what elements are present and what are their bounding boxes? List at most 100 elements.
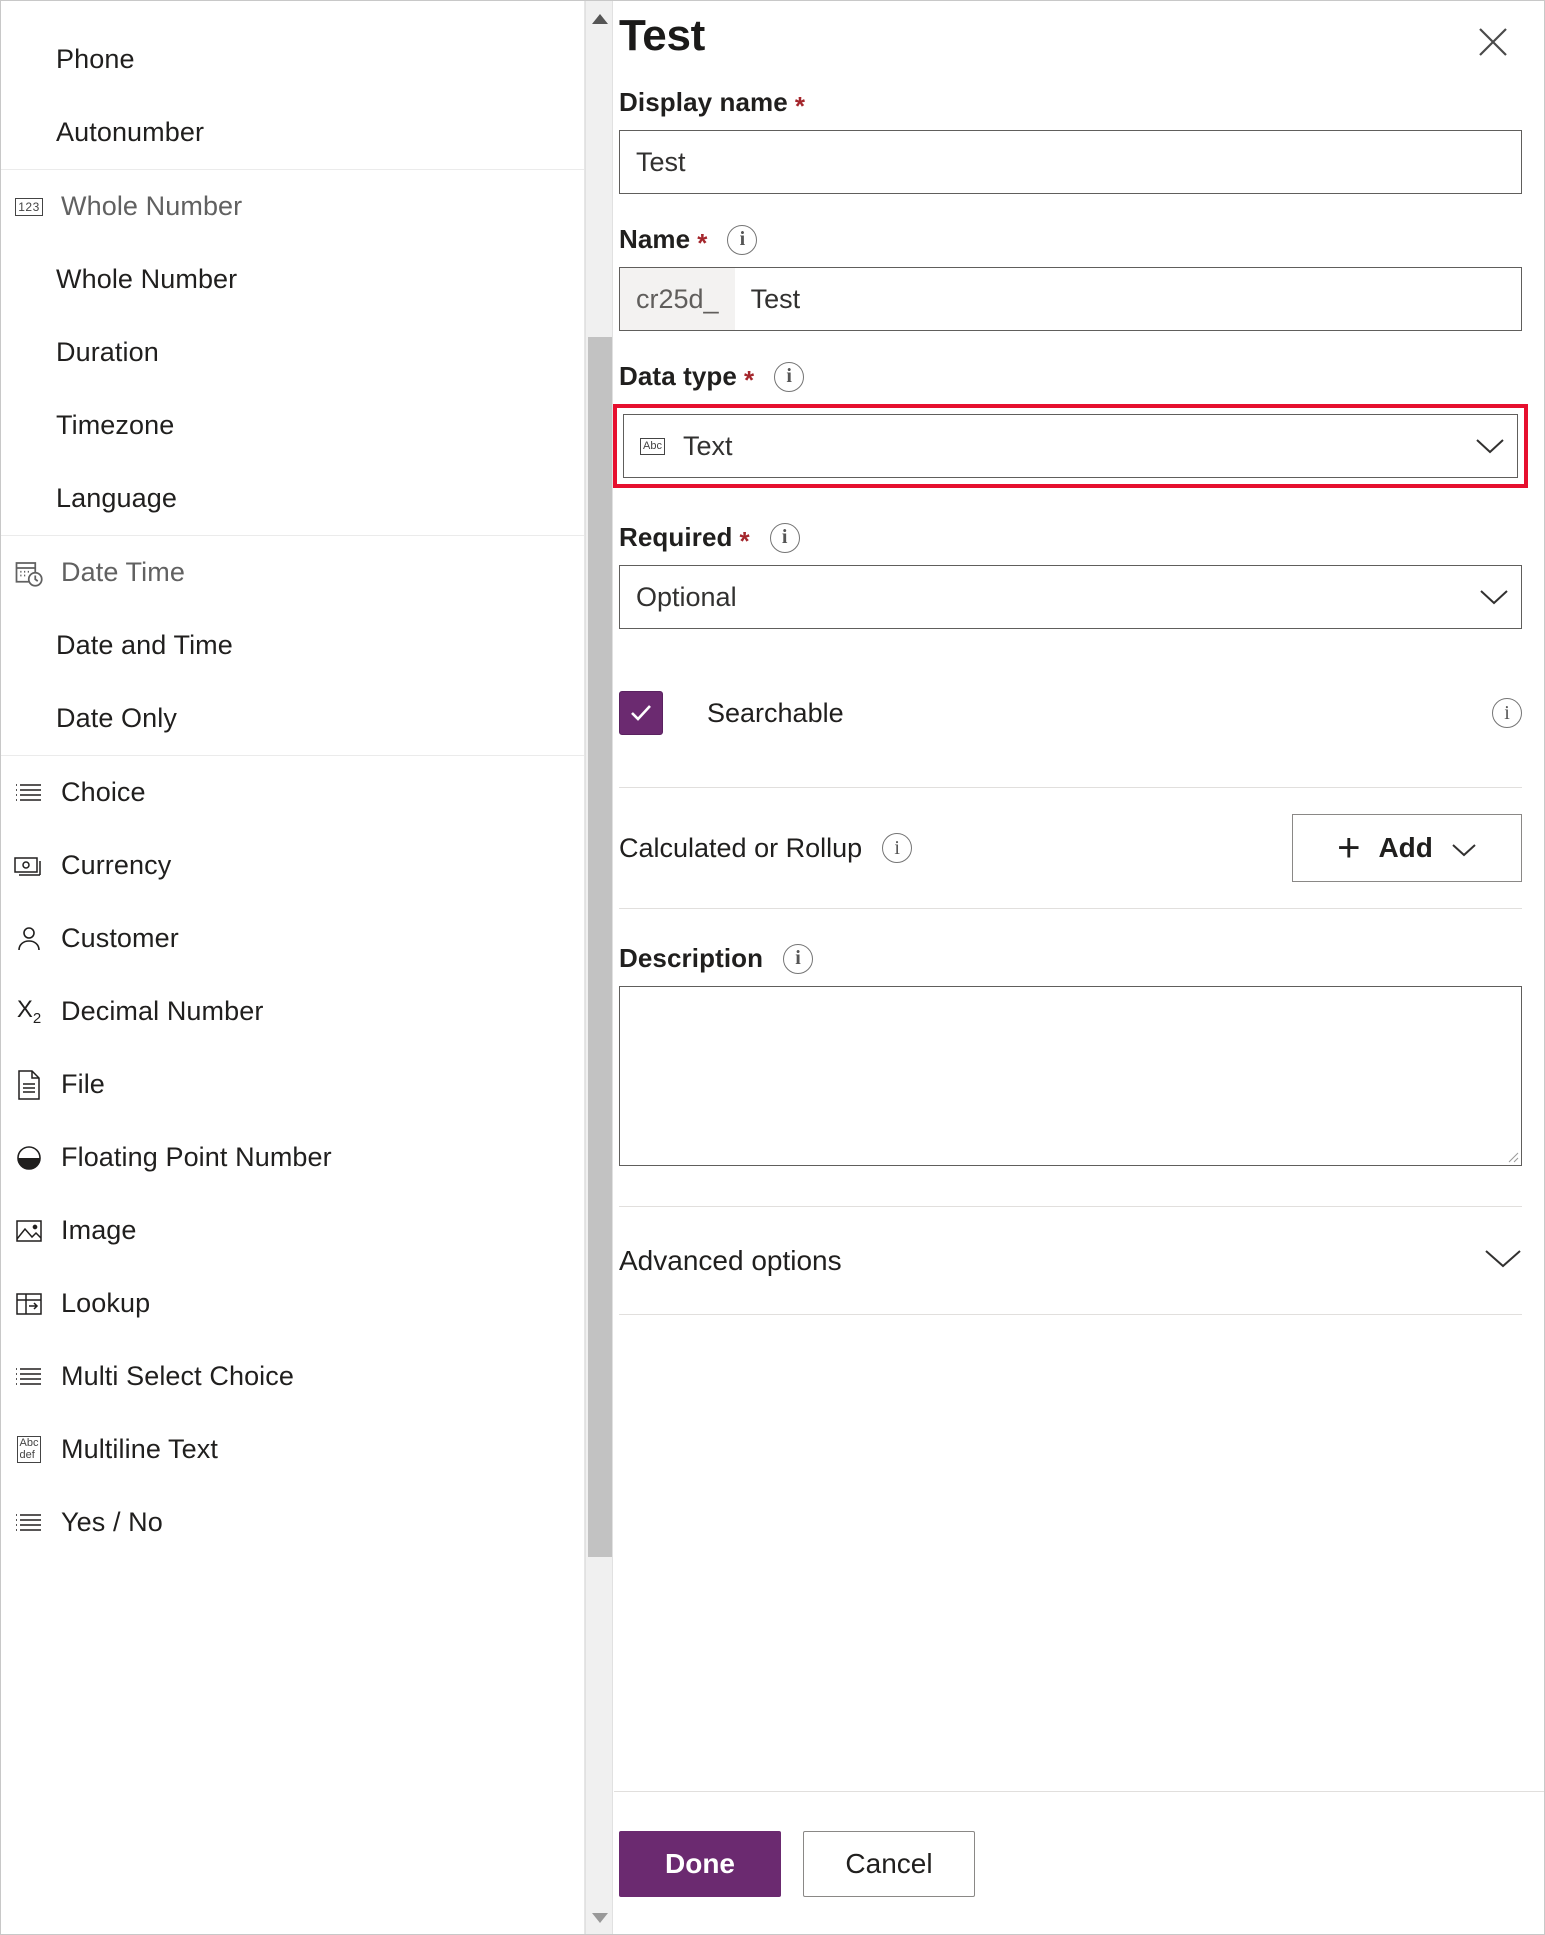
decimal-number-icon: X2 — [16, 996, 42, 1027]
searchable-row: Searchable i — [619, 681, 1522, 745]
data-type-value: Text — [682, 430, 733, 461]
info-icon[interactable]: i — [783, 943, 814, 974]
close-icon[interactable] — [1470, 19, 1516, 65]
display-name-label-text: Display name — [619, 87, 788, 117]
name-prefix: cr25d_ — [620, 268, 735, 330]
data-type-item-label: Language — [56, 483, 177, 513]
info-icon[interactable]: i — [1492, 698, 1522, 728]
column-properties-screen: Ticker Symbol Phone Autonumber 123 Whole… — [0, 0, 1545, 1935]
chevron-down-icon — [1451, 832, 1477, 864]
data-type-item-label: Choice — [61, 777, 146, 807]
page-title: Test — [619, 11, 706, 60]
data-type-item-label: Timezone — [56, 410, 175, 440]
display-name-field: Display name * Test — [619, 87, 1522, 194]
scroll-up-arrow[interactable] — [586, 5, 614, 33]
advanced-options-label: Advanced options — [619, 1244, 842, 1276]
display-name-input[interactable]: Test — [619, 130, 1522, 194]
info-icon[interactable]: i — [769, 522, 800, 553]
data-type-item-choice[interactable]: Choice — [1, 756, 584, 829]
data-type-item-label: Multi Select Choice — [61, 1361, 294, 1391]
name-input[interactable]: Test — [735, 268, 1521, 330]
description-label-text: Description — [619, 943, 764, 973]
data-type-item-timezone[interactable]: Timezone — [1, 389, 584, 462]
multi-select-choice-icon — [9, 1365, 49, 1389]
data-type-item-multiline-text[interactable]: Abc def Multiline Text — [1, 1413, 584, 1486]
data-type-dropdown[interactable]: Abc Text — [623, 414, 1518, 478]
scroll-down-arrow[interactable] — [586, 1904, 614, 1932]
data-type-item-date-and-time[interactable]: Date and Time — [1, 609, 584, 682]
data-type-item-label: Currency — [61, 850, 172, 880]
data-type-item-yes-no[interactable]: Yes / No — [1, 1486, 584, 1559]
required-label: Required * i — [619, 522, 1522, 554]
data-type-item-decimal-number[interactable]: X2 Decimal Number — [1, 975, 584, 1048]
file-icon — [9, 1069, 49, 1100]
data-type-group-header-whole-number[interactable]: 123 Whole Number — [1, 170, 584, 243]
data-type-item-lookup[interactable]: Lookup — [1, 1267, 584, 1340]
data-type-singles: Choice Currency Customer X2 Decimal Numb… — [1, 756, 584, 1559]
chevron-down-icon — [1479, 588, 1509, 606]
required-label-text: Required — [619, 522, 733, 552]
description-textarea[interactable] — [619, 986, 1522, 1166]
data-type-item-label: Autonumber — [56, 117, 205, 147]
cancel-button[interactable]: Cancel — [803, 1831, 975, 1897]
currency-icon — [9, 854, 49, 878]
panel-footer: Done Cancel — [614, 1791, 1544, 1934]
data-type-item-customer[interactable]: Customer — [1, 902, 584, 975]
date-time-icon — [9, 558, 49, 588]
calculated-or-rollup-label-text: Calculated or Rollup — [619, 832, 863, 863]
info-icon[interactable]: i — [727, 224, 758, 255]
data-type-field: Data type * i Abc Text — [613, 361, 1528, 488]
data-type-item-currency[interactable]: Currency — [1, 829, 584, 902]
plus-icon: + — [1337, 826, 1361, 870]
image-icon — [9, 1218, 49, 1244]
data-type-item-label: Multiline Text — [61, 1434, 218, 1464]
data-type-item-label: Image — [61, 1215, 137, 1245]
resize-grip-icon[interactable] — [1505, 1149, 1519, 1163]
required-asterisk: * — [743, 364, 755, 395]
advanced-options-row[interactable]: Advanced options — [619, 1207, 1522, 1315]
divider — [619, 908, 1522, 909]
panel-body: Test Display name * Test Name * i cr25d_… — [613, 1, 1544, 1791]
data-type-item-multi-select-choice[interactable]: Multi Select Choice — [1, 1340, 584, 1413]
name-label: Name * i — [619, 224, 1522, 258]
multiline-text-icon: Abc def — [9, 1435, 49, 1464]
scrollbar-thumb[interactable] — [588, 337, 612, 1557]
data-type-list-pane: Ticker Symbol Phone Autonumber 123 Whole… — [1, 1, 585, 1934]
required-dropdown[interactable]: Optional — [619, 565, 1522, 629]
choice-list-icon — [9, 781, 49, 805]
data-type-group-header-date-time[interactable]: Date Time — [1, 536, 584, 609]
info-icon[interactable]: i — [774, 361, 805, 392]
data-type-item-date-only[interactable]: Date Only — [1, 682, 584, 755]
data-type-item-floating-point-number[interactable]: Floating Point Number — [1, 1121, 584, 1194]
chevron-down-icon — [1484, 1247, 1522, 1274]
add-button[interactable]: + Add — [1292, 814, 1522, 882]
data-type-item-label: Whole Number — [56, 264, 238, 294]
data-type-item-file[interactable]: File — [1, 1048, 584, 1121]
floating-point-icon — [9, 1144, 49, 1172]
searchable-label: Searchable — [707, 697, 844, 728]
data-type-item-label: File — [61, 1069, 105, 1099]
data-type-item-whole-number[interactable]: Whole Number — [1, 243, 584, 316]
searchable-checkbox[interactable] — [619, 691, 663, 735]
data-type-item-autonumber[interactable]: Autonumber — [1, 96, 584, 169]
data-type-item-image[interactable]: Image — [1, 1194, 584, 1267]
data-type-group-whole-number: 123 Whole Number Whole Number Duration T… — [1, 170, 584, 536]
panel-scrollbar[interactable] — [585, 1, 614, 1934]
required-field: Required * i Optional — [619, 522, 1522, 629]
required-asterisk: * — [697, 227, 708, 258]
chevron-down-icon — [1475, 437, 1505, 455]
data-type-group-text: Ticker Symbol Phone Autonumber — [1, 1, 584, 170]
data-type-item-label: Yes / No — [61, 1507, 163, 1537]
data-type-item-ticker-symbol[interactable]: Ticker Symbol — [1, 1, 584, 23]
data-type-item-label: Date and Time — [56, 630, 233, 660]
data-type-item-phone[interactable]: Phone — [1, 23, 584, 96]
data-type-item-language[interactable]: Language — [1, 462, 584, 535]
info-icon[interactable]: i — [882, 833, 913, 863]
data-type-item-label: Floating Point Number — [61, 1142, 332, 1172]
name-input-group[interactable]: cr25d_ Test — [619, 267, 1522, 331]
done-button[interactable]: Done — [619, 1831, 781, 1897]
calculated-or-rollup-row: Calculated or Rollup i + Add — [619, 788, 1522, 908]
required-asterisk: * — [794, 90, 806, 121]
abc-text-icon: Abc — [640, 437, 665, 455]
data-type-item-duration[interactable]: Duration — [1, 316, 584, 389]
